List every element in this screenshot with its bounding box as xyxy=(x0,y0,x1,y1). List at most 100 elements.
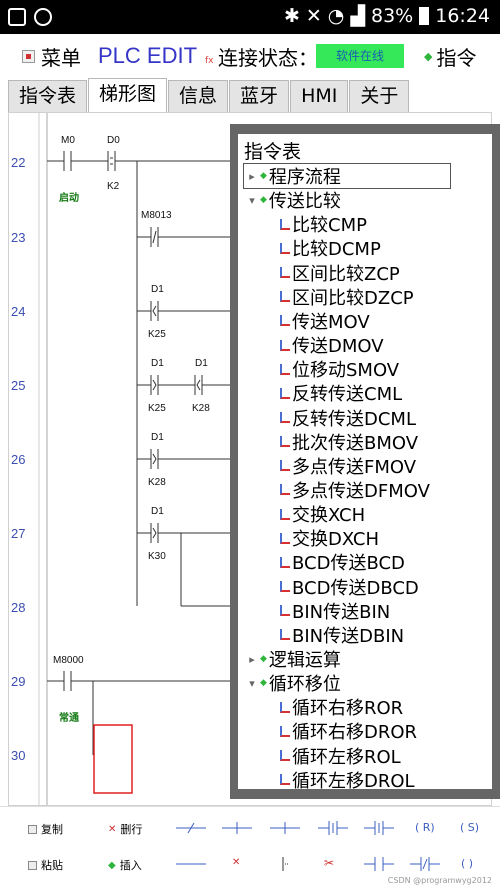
tab-bluetooth[interactable]: 蓝牙 xyxy=(229,80,290,112)
tree-leaf[interactable]: 反转传送CML xyxy=(280,381,402,405)
tree-group[interactable]: ▸ ◆ 程序流程 xyxy=(243,163,451,189)
instruction-icon xyxy=(280,267,290,279)
battery-icon xyxy=(419,7,430,25)
falling-edge-tool-icon[interactable] xyxy=(364,818,394,838)
instruction-icon xyxy=(280,508,290,520)
tab-hmi[interactable]: HMI xyxy=(290,80,349,112)
paste-button[interactable]: 粘贴 xyxy=(28,857,63,873)
tree-leaf[interactable]: 批次传送BMOV xyxy=(280,430,418,454)
tree-group[interactable]: ▸ ◆ 逻辑运算 xyxy=(244,647,341,671)
instruction-icon xyxy=(280,218,290,230)
tree-group[interactable]: ▾ ◆ 传送比较 xyxy=(244,188,341,212)
tree-item-label: 传送DMOV xyxy=(292,336,384,358)
instruction-tree-container[interactable]: 指令表 ▸ ◆ 程序流程 ▾ ◆ 传送比较 比较CMP 比较DCMP 区间比较ZCP 区间比较DZ… xyxy=(238,134,492,792)
delete-row-label: 删行 xyxy=(120,823,143,836)
menu-label: 菜单 xyxy=(41,46,81,70)
tree-leaf[interactable]: 交换XCH xyxy=(280,502,365,526)
contact-label: D1 xyxy=(151,358,164,369)
tree-leaf[interactable]: 反转传送DCML xyxy=(280,406,416,430)
no-contact-tool-icon[interactable] xyxy=(364,854,394,874)
tree-item-label: 循环移位 xyxy=(268,674,341,696)
app-title-suffix: fx xyxy=(205,56,214,66)
tree-leaf[interactable]: 传送MOV xyxy=(280,309,370,333)
tree-item-label: 区间比较DZCP xyxy=(292,287,414,309)
contact-label: D0 xyxy=(107,135,120,146)
contact-label: D1 xyxy=(195,358,208,369)
copy-button[interactable]: 复制 xyxy=(28,821,63,837)
panel-title: 指令表 xyxy=(244,141,302,163)
tree-leaf[interactable]: 循环右移DROR xyxy=(280,719,417,743)
tree-leaf[interactable]: BCD传送BCD xyxy=(280,550,405,574)
instruction-icon xyxy=(280,242,290,254)
delete-element-icon[interactable]: ✕ xyxy=(232,857,240,868)
app-title: PLC EDIT xyxy=(98,43,198,68)
row-number: 26 xyxy=(11,452,25,467)
cut-icon[interactable]: ✂ xyxy=(324,856,334,870)
tab-about[interactable]: 关于 xyxy=(349,80,410,112)
paste-icon xyxy=(28,860,37,870)
tree-leaf[interactable]: 循环左移DROL xyxy=(280,768,415,792)
delete-row-button[interactable]: ✕ 删行 xyxy=(108,821,142,837)
tab-instruction-list[interactable]: 指令表 xyxy=(8,80,88,112)
insert-button[interactable]: ◆ 插入 xyxy=(108,857,142,873)
collapse-arrow-icon[interactable]: ▾ xyxy=(244,677,260,690)
tree-leaf[interactable]: BIN传送DBIN xyxy=(280,623,404,647)
paste-label: 粘贴 xyxy=(41,859,63,872)
tree-leaf[interactable]: 多点传送DFMOV xyxy=(280,478,430,502)
tree-leaf[interactable]: 位移动SMOV xyxy=(280,357,399,381)
green-arrow-icon: ◆ xyxy=(424,50,433,63)
menu-icon xyxy=(22,50,35,63)
collapse-arrow-icon[interactable]: ▾ xyxy=(244,194,260,207)
tree-leaf[interactable]: 比较CMP xyxy=(280,212,367,236)
tree-item-label: 交换DXCH xyxy=(292,529,379,551)
connection-status-badge[interactable]: 软件在线 xyxy=(316,44,404,68)
tree-leaf[interactable]: 循环右移ROR xyxy=(280,695,403,719)
wifi-icon: ◔ xyxy=(327,5,345,27)
gallery-notification-icon xyxy=(8,8,26,26)
tree-leaf[interactable]: BIN传送BIN xyxy=(280,599,390,623)
branch-tool-icon[interactable] xyxy=(222,818,252,838)
tree-leaf[interactable]: 多点传送FMOV xyxy=(280,454,416,478)
expand-arrow-icon[interactable]: ▸ xyxy=(244,653,260,666)
instruction-icon xyxy=(280,629,290,641)
output-coil-tool[interactable]: ( ) xyxy=(461,857,473,870)
tree-leaf[interactable]: 传送DMOV xyxy=(280,333,384,357)
tree-group[interactable]: ▾ ◆ 循环移位 xyxy=(244,671,341,695)
instruction-icon xyxy=(280,750,290,762)
horizontal-line-tool-icon[interactable] xyxy=(176,854,206,874)
tree-item-label: BCD传送DBCD xyxy=(292,577,419,599)
instruction-icon xyxy=(280,339,290,351)
instruction-icon xyxy=(280,291,290,303)
nc-contact-tool-icon[interactable] xyxy=(176,818,206,838)
contact-label: D1 xyxy=(151,284,164,295)
tree-item-label: 比较DCMP xyxy=(292,239,381,261)
tree-leaf[interactable]: 区间比较ZCP xyxy=(280,261,400,285)
copy-label: 复制 xyxy=(41,823,63,836)
tree-item-label: BCD传送BCD xyxy=(292,553,405,575)
tree-item-label: 循环右移ROR xyxy=(292,698,404,720)
rising-edge-tool-icon[interactable] xyxy=(318,818,348,838)
vertical-bar-tool-icon[interactable] xyxy=(270,854,300,874)
tree-leaf[interactable]: 交换DXCH xyxy=(280,526,379,550)
row-number: 27 xyxy=(11,526,25,541)
menu-button[interactable]: 菜单 xyxy=(22,42,81,71)
set-coil-tool[interactable]: ( S) xyxy=(460,821,479,834)
status-bar: ✱ ✕ ◔ ▟ 83% 16:24 xyxy=(0,0,500,34)
mute-icon: ✕ xyxy=(305,5,322,27)
nc-contact-bar-tool-icon[interactable] xyxy=(410,854,440,874)
command-button[interactable]: ◆ 指令 xyxy=(424,42,476,71)
tab-ladder[interactable]: 梯形图 xyxy=(88,78,168,112)
tree-leaf[interactable]: BCD传送DBCD xyxy=(280,575,419,599)
contact-comment: 启动 xyxy=(59,191,79,204)
vertical-line-tool-icon[interactable] xyxy=(270,818,300,838)
tree-leaf[interactable]: 循环左移ROL xyxy=(280,744,401,768)
reset-coil-tool[interactable]: ( R) xyxy=(415,821,435,834)
row-number: 29 xyxy=(11,674,25,689)
tab-info[interactable]: 信息 xyxy=(168,80,229,112)
contact-operand: K25 xyxy=(148,403,166,414)
edit-cursor[interactable] xyxy=(93,724,133,794)
tree-leaf[interactable]: 区间比较DZCP xyxy=(280,285,414,309)
expand-arrow-icon[interactable]: ▸ xyxy=(244,170,260,183)
tree-leaf[interactable]: 比较DCMP xyxy=(280,236,381,260)
tree-item-label: 区间比较ZCP xyxy=(292,263,400,285)
